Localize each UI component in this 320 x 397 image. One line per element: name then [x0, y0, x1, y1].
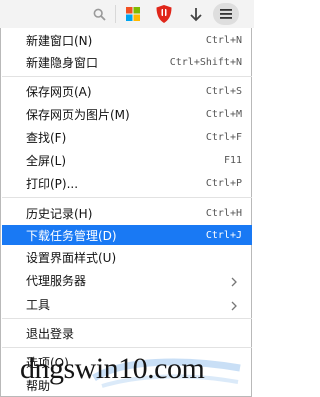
- menu-item-label: 设置界面样式(U): [26, 250, 117, 265]
- menu-icon[interactable]: [213, 3, 239, 25]
- browser-main-menu: 新建窗口(N) Ctrl+N 新建隐身窗口 Ctrl+Shift+N 保存网页(…: [0, 28, 252, 397]
- menu-item-shortcut: Ctrl+Shift+N: [169, 56, 242, 68]
- menu-item-options[interactable]: 选项(O): [2, 352, 252, 372]
- menu-item-proxy-server[interactable]: 代理服务器: [2, 270, 252, 290]
- menu-item-logout[interactable]: 退出登录: [2, 323, 252, 343]
- menu-item-label: 保存网页为图片(M): [26, 107, 130, 122]
- menu-item-find[interactable]: 查找(F) Ctrl+F: [2, 127, 252, 147]
- menu-item-label: 帮助: [26, 378, 51, 393]
- menu-item-history[interactable]: 历史记录(H) Ctrl+H: [2, 203, 252, 223]
- menu-item-label: 新建窗口(N): [26, 33, 93, 48]
- menu-item-shortcut: Ctrl+H: [205, 207, 242, 219]
- shield-icon[interactable]: [154, 3, 174, 25]
- menu-item-label: 下载任务管理(D): [26, 228, 117, 243]
- menu-item-label: 历史记录(H): [26, 206, 93, 221]
- menu-separator: [2, 347, 252, 348]
- menu-item-print[interactable]: 打印(P)... Ctrl+P: [2, 173, 252, 193]
- menu-item-label: 查找(F): [26, 130, 67, 145]
- menu-item-new-incognito-window[interactable]: 新建隐身窗口 Ctrl+Shift+N: [2, 52, 252, 72]
- menu-item-new-window[interactable]: 新建窗口(N) Ctrl+N: [2, 30, 252, 50]
- browser-toolbar: [0, 0, 254, 28]
- download-icon[interactable]: [186, 3, 206, 25]
- menu-item-label: 保存网页(A): [26, 84, 92, 99]
- windows-logo-icon[interactable]: [123, 3, 143, 25]
- menu-item-download-manager[interactable]: 下载任务管理(D) Ctrl+J: [2, 225, 252, 245]
- menu-item-shortcut: Ctrl+F: [205, 131, 242, 143]
- menu-item-label: 新建隐身窗口: [26, 55, 99, 70]
- menu-item-shortcut: Ctrl+J: [205, 229, 242, 241]
- menu-item-shortcut: Ctrl+P: [205, 177, 242, 189]
- menu-item-shortcut: Ctrl+M: [205, 108, 242, 120]
- menu-item-label: 退出登录: [26, 326, 75, 341]
- menu-item-shortcut: F11: [223, 154, 242, 166]
- menu-item-shortcut: Ctrl+S: [205, 85, 242, 97]
- menu-item-label: 工具: [26, 297, 51, 312]
- menu-item-fullscreen[interactable]: 全屏(L) F11: [2, 150, 252, 170]
- menu-item-save-page[interactable]: 保存网页(A) Ctrl+S: [2, 81, 252, 101]
- menu-item-tools[interactable]: 工具: [2, 294, 252, 314]
- menu-item-label: 打印(P)...: [26, 176, 79, 191]
- menu-item-label: 选项(O): [26, 355, 69, 370]
- menu-item-shortcut: Ctrl+N: [205, 34, 242, 46]
- search-icon[interactable]: [90, 3, 108, 25]
- toolbar-divider: [115, 5, 116, 23]
- menu-item-help[interactable]: 帮助: [2, 375, 252, 395]
- menu-separator: [2, 197, 252, 198]
- menu-item-label: 全屏(L): [26, 153, 67, 168]
- menu-item-save-page-as-image[interactable]: 保存网页为图片(M) Ctrl+M: [2, 104, 252, 124]
- menu-item-interface-style[interactable]: 设置界面样式(U): [2, 247, 252, 267]
- menu-separator: [2, 318, 252, 319]
- chevron-right-icon: [230, 297, 238, 316]
- menu-separator: [2, 76, 252, 77]
- menu-item-label: 代理服务器: [26, 273, 87, 288]
- chevron-right-icon: [230, 273, 238, 292]
